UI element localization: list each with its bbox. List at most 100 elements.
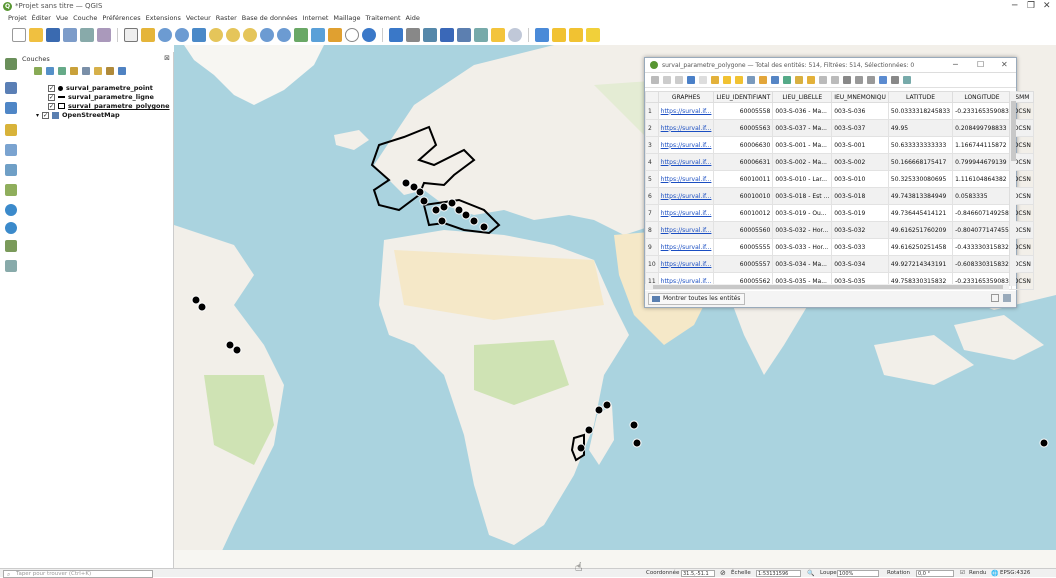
collapse-all-icon[interactable] bbox=[106, 67, 114, 75]
conditional-formatting-icon[interactable] bbox=[879, 76, 887, 84]
vertical-scrollbar[interactable] bbox=[1009, 91, 1016, 286]
survey-point[interactable] bbox=[232, 345, 242, 355]
survey-point[interactable] bbox=[479, 222, 489, 232]
survey-point[interactable] bbox=[584, 425, 594, 435]
deselect-icon[interactable] bbox=[759, 76, 767, 84]
expand-arrow-icon[interactable]: ▾ bbox=[36, 112, 39, 119]
table-row[interactable]: 6 https://surval.if... 60010010 003-S-018 -… bbox=[645, 187, 1034, 205]
identify-features-icon[interactable] bbox=[389, 28, 403, 42]
invert-selection-icon[interactable] bbox=[747, 76, 755, 84]
refresh-icon[interactable] bbox=[362, 28, 376, 42]
menu-vue[interactable]: Vue bbox=[56, 13, 68, 24]
add-vector-layer-icon[interactable] bbox=[5, 58, 17, 70]
select-by-expression-icon[interactable] bbox=[723, 76, 731, 84]
zoom-full-icon[interactable] bbox=[192, 28, 206, 42]
rotation-field[interactable]: 0,0 ° bbox=[916, 570, 954, 577]
column-header-longitude[interactable]: LONGITUDE bbox=[952, 91, 1012, 103]
survey-point[interactable] bbox=[602, 400, 612, 410]
add-postgis-icon[interactable] bbox=[5, 164, 17, 176]
attribute-table-titlebar[interactable]: survaI_parametre_polygone — Total des en… bbox=[645, 58, 1016, 73]
toggle-editing-icon[interactable] bbox=[651, 76, 659, 84]
graphes-link[interactable]: https://surval.if... bbox=[657, 102, 715, 120]
survey-point[interactable] bbox=[439, 202, 449, 212]
filter-legend-icon[interactable] bbox=[82, 67, 90, 75]
graphes-link[interactable]: https://surval.if... bbox=[657, 170, 715, 188]
form-view-icon[interactable] bbox=[991, 294, 999, 302]
dock-icon[interactable] bbox=[891, 76, 899, 84]
search-icon[interactable] bbox=[508, 28, 522, 42]
magnifier-field[interactable]: 100% bbox=[837, 570, 879, 577]
panel-close-icon[interactable]: ⊠ bbox=[164, 54, 170, 62]
add-wcs-icon[interactable] bbox=[5, 240, 17, 252]
paste-rows-icon[interactable] bbox=[831, 76, 839, 84]
zoom-layer-icon[interactable] bbox=[226, 28, 240, 42]
field-calculator-icon[interactable] bbox=[457, 28, 471, 42]
temporal-controller-icon[interactable] bbox=[328, 28, 342, 42]
layer-item-point[interactable]: ✓ survaI_parametre_point bbox=[48, 84, 153, 92]
delete-field-icon[interactable] bbox=[855, 76, 863, 84]
survey-point[interactable] bbox=[191, 295, 201, 305]
reload-icon[interactable] bbox=[687, 76, 695, 84]
zoom-native-icon[interactable] bbox=[243, 28, 257, 42]
table-row[interactable]: 5 https://surval.if... 60010011 003-S-010 -… bbox=[645, 170, 1034, 188]
zoom-next-icon[interactable] bbox=[277, 28, 291, 42]
layer-checkbox[interactable]: ✓ bbox=[48, 84, 55, 92]
table-row[interactable]: 8 https://surval.if... 60005560 003-S-032 -… bbox=[645, 221, 1034, 239]
minimize-button[interactable]: ─ bbox=[1012, 1, 1017, 11]
layer-checkbox[interactable]: ✓ bbox=[42, 111, 50, 119]
survey-point[interactable] bbox=[469, 216, 479, 226]
copy-rows-icon[interactable] bbox=[819, 76, 827, 84]
scrollbar-thumb[interactable] bbox=[1011, 101, 1016, 161]
deselect-all-icon[interactable] bbox=[569, 28, 583, 42]
add-feature-icon[interactable] bbox=[699, 76, 707, 84]
zoom-to-selected-icon[interactable] bbox=[807, 76, 815, 84]
graphes-link[interactable]: https://surval.if... bbox=[657, 238, 715, 256]
survey-point[interactable] bbox=[576, 443, 586, 453]
column-header-lieu-libelle[interactable]: LIEU_LIBELLE bbox=[772, 91, 833, 103]
delete-feature-icon[interactable] bbox=[711, 76, 719, 84]
new-map-view-icon[interactable] bbox=[294, 28, 308, 42]
survey-point[interactable] bbox=[431, 205, 441, 215]
new-field-icon[interactable] bbox=[867, 76, 875, 84]
menu-vecteur[interactable]: Vecteur bbox=[186, 13, 211, 24]
table-row[interactable]: 2 https://surval.if... 60005563 003-S-037 -… bbox=[645, 119, 1034, 137]
survey-point[interactable] bbox=[419, 196, 429, 206]
open-project-icon[interactable] bbox=[29, 28, 43, 42]
survey-point[interactable] bbox=[415, 187, 425, 197]
column-header-latitude[interactable]: LATITUDE bbox=[887, 91, 954, 103]
column-header-graphes[interactable]: GRAPHES bbox=[657, 91, 715, 103]
restore-button[interactable]: ❐ bbox=[1027, 1, 1035, 11]
new-layer-icon[interactable] bbox=[5, 260, 17, 272]
select-all-icon[interactable] bbox=[735, 76, 743, 84]
survey-point[interactable] bbox=[447, 198, 457, 208]
clock-icon[interactable] bbox=[345, 28, 359, 42]
menu-maillage[interactable]: Maillage bbox=[333, 13, 360, 24]
survey-point[interactable] bbox=[632, 438, 642, 448]
column-header[interactable] bbox=[645, 91, 659, 103]
graphes-link[interactable]: https://surval.if... bbox=[657, 153, 715, 171]
label-icon[interactable] bbox=[586, 28, 600, 42]
menu-traitement[interactable]: Traitement bbox=[366, 13, 401, 24]
table-row[interactable]: 1 https://surval.if... 60005558 003-S-036 -… bbox=[645, 102, 1034, 120]
add-raster-layer-icon[interactable] bbox=[5, 82, 17, 94]
coordinate-field[interactable]: 31.5,-51.1 bbox=[681, 570, 715, 577]
survey-point[interactable] bbox=[454, 205, 464, 215]
move-selection-top-icon[interactable] bbox=[783, 76, 791, 84]
zoom-last-icon[interactable] bbox=[260, 28, 274, 42]
table-row[interactable]: 4 https://surval.if... 60006631 003-S-002 -… bbox=[645, 153, 1034, 171]
filter-icon[interactable] bbox=[70, 67, 78, 75]
actions-icon[interactable] bbox=[903, 76, 911, 84]
zoom-selection-icon[interactable] bbox=[209, 28, 223, 42]
measure-line-icon[interactable] bbox=[474, 28, 488, 42]
add-virtual-layer-icon[interactable] bbox=[5, 184, 17, 196]
layer-item-osm[interactable]: ▾ ✓ OpenStreetMap bbox=[36, 111, 120, 119]
print-layout-icon[interactable] bbox=[80, 28, 94, 42]
table-row[interactable]: 7 https://surval.if... 60010012 003-S-019 -… bbox=[645, 204, 1034, 222]
toggle-multi-edit-icon[interactable] bbox=[663, 76, 671, 84]
expand-all-icon[interactable] bbox=[94, 67, 102, 75]
graphes-link[interactable]: https://surval.if... bbox=[657, 187, 715, 205]
survey-point[interactable] bbox=[629, 420, 639, 430]
column-header-lieu-identifiant[interactable]: LIEU_IDENTIFIANT bbox=[713, 91, 774, 103]
close-button[interactable]: ✕ bbox=[1001, 60, 1008, 69]
add-wfs-icon[interactable] bbox=[5, 222, 17, 234]
